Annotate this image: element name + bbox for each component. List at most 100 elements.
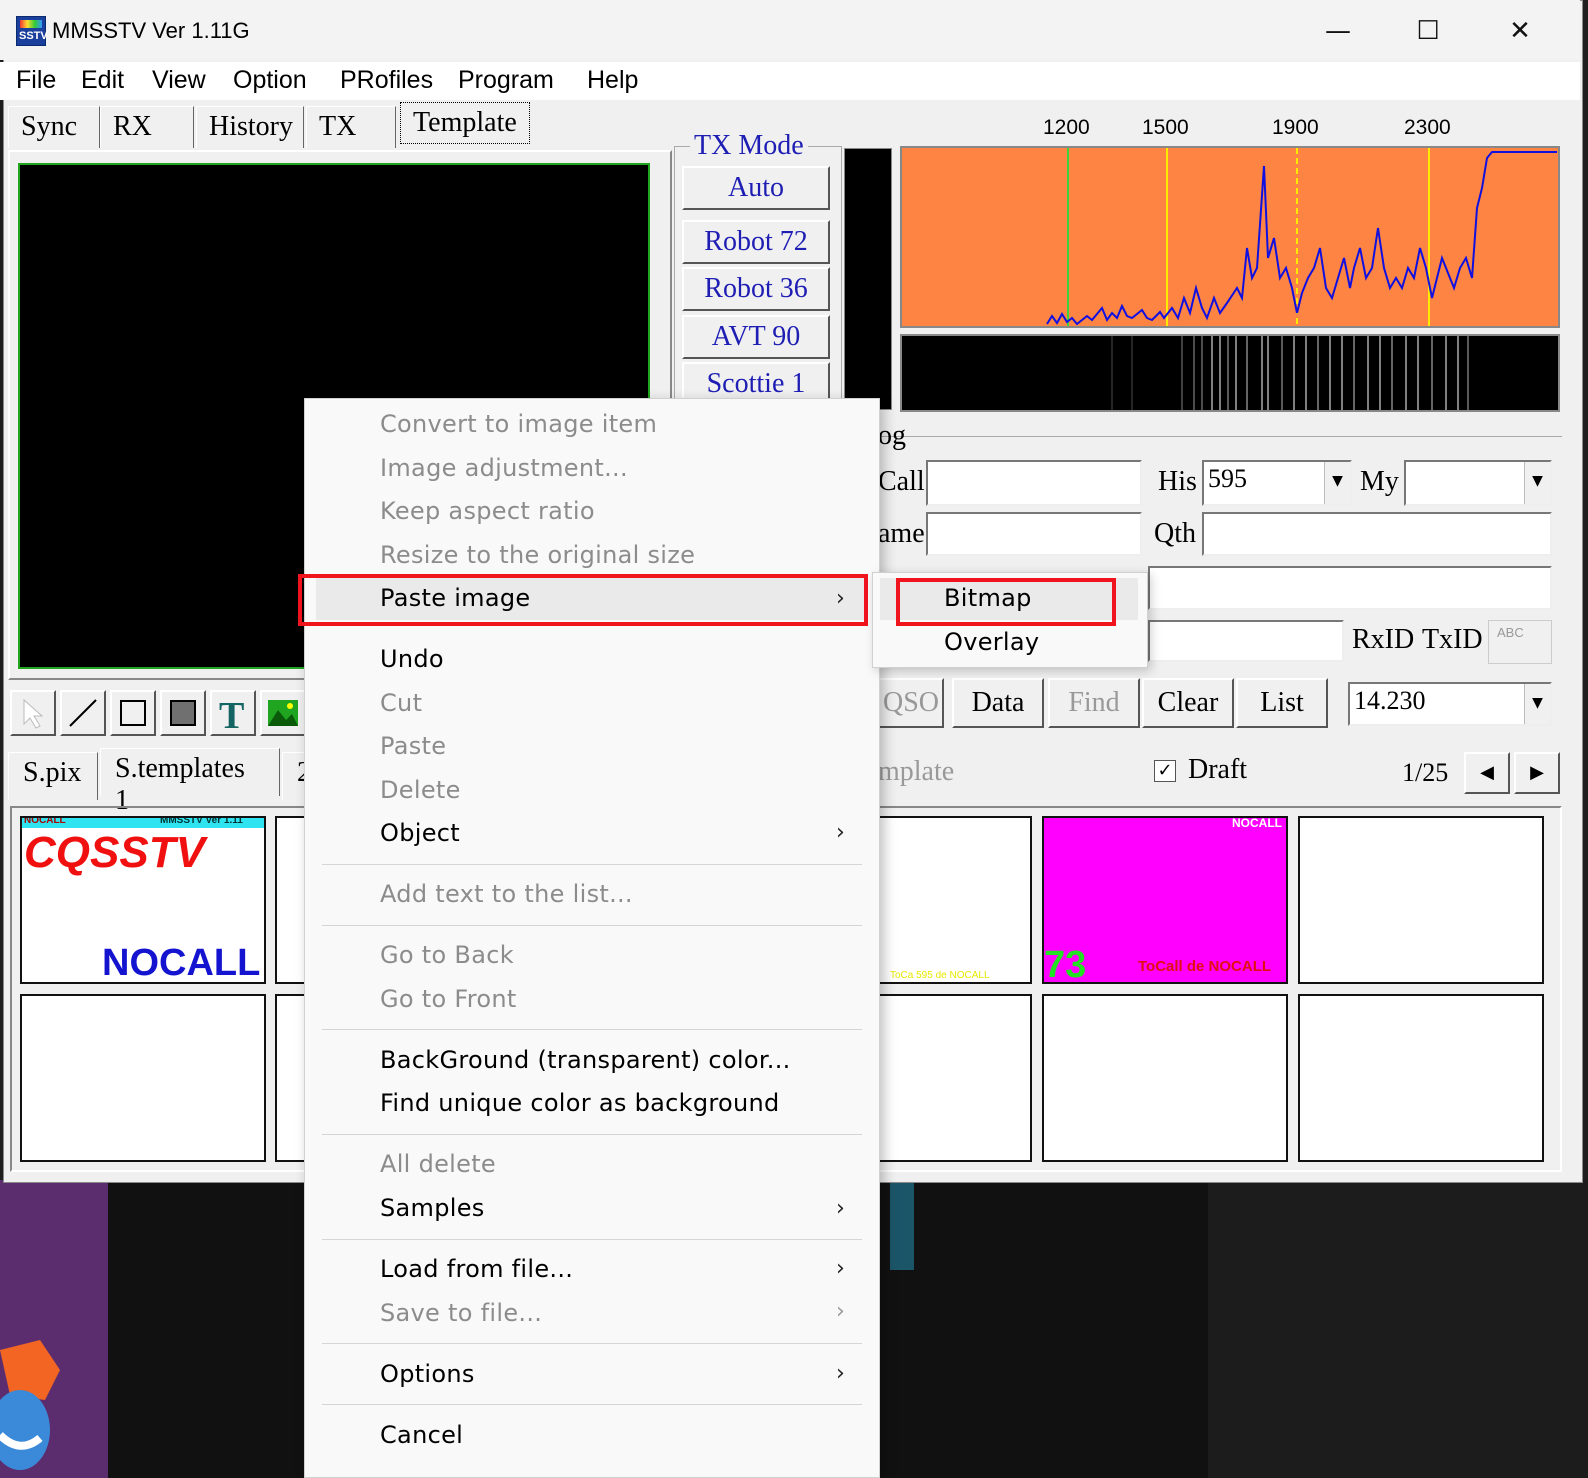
menu-item-add-text[interactable]: Add text to the list... (380, 880, 633, 908)
next-page-icon[interactable]: ▶ (1514, 752, 1560, 794)
template-thumb-9[interactable] (1042, 994, 1288, 1162)
tab-tx[interactable]: TX (306, 106, 396, 148)
spectrum-trace (1046, 148, 1557, 326)
chevron-down-icon[interactable]: ▼ (1324, 462, 1350, 504)
qth-field[interactable] (1202, 512, 1552, 556)
list-button[interactable]: List (1236, 678, 1328, 728)
frequency-select[interactable]: 14.230 ▼ (1348, 682, 1552, 726)
menu-item-keep-aspect-ratio[interactable]: Keep aspect ratio (380, 497, 595, 525)
call-field[interactable] (926, 460, 1142, 506)
window-title: MMSSTV Ver 1.11G (52, 18, 250, 43)
tx-mode-robot72-button[interactable]: Robot 72 (682, 220, 830, 264)
his-rst-field[interactable]: 595 ▼ (1202, 460, 1352, 506)
close-icon[interactable]: ✕ (1490, 10, 1550, 52)
prev-page-icon[interactable]: ◀ (1464, 752, 1510, 794)
my-rst-field[interactable]: ▼ (1404, 460, 1552, 506)
menu-item-cancel[interactable]: Cancel (380, 1421, 463, 1449)
chevron-right-icon: › (836, 1196, 845, 1221)
submenu-item-bitmap[interactable]: Bitmap (944, 584, 1032, 612)
tx-mode-robot36-button[interactable]: Robot 36 (682, 267, 830, 311)
spectrum-display[interactable] (900, 146, 1560, 328)
name-field[interactable] (926, 512, 1142, 556)
clear-button[interactable]: Clear (1142, 678, 1234, 728)
maximize-icon[interactable]: ☐ (1398, 10, 1458, 52)
menu-file[interactable]: File (16, 66, 56, 95)
abc-button[interactable]: ABC (1488, 620, 1552, 664)
menu-item-delete[interactable]: Delete (380, 776, 461, 804)
menu-item-go-to-back[interactable]: Go to Back (380, 941, 514, 969)
tab-rx[interactable]: RX (100, 106, 194, 148)
menu-item-save-to-file[interactable]: Save to file... (380, 1299, 542, 1327)
tx-mode-avt90-button[interactable]: AVT 90 (682, 315, 830, 359)
menu-program[interactable]: Program (458, 66, 554, 95)
menu-separator (322, 1404, 862, 1405)
menu-item-paste[interactable]: Paste (380, 732, 446, 760)
line-tool-icon[interactable] (60, 690, 106, 736)
thumb-text: NOCALL (102, 942, 261, 984)
rxid-button[interactable]: RxID (1352, 624, 1414, 656)
note-field[interactable] (1148, 566, 1552, 610)
menu-separator (322, 925, 862, 926)
minimize-icon[interactable]: — (1308, 10, 1368, 52)
menu-view[interactable]: View (152, 66, 206, 95)
desktop-thumbnail (890, 1180, 914, 1270)
menu-item-image-adjustment[interactable]: Image adjustment... (380, 454, 628, 482)
thumb-text: CQSSTV (24, 828, 205, 877)
menu-edit[interactable]: Edit (81, 66, 124, 95)
txid-button[interactable]: TxID (1422, 624, 1483, 656)
menu-item-object[interactable]: Object (380, 819, 460, 847)
menu-item-resize-original[interactable]: Resize to the original size (380, 541, 695, 569)
submenu-item-overlay[interactable]: Overlay (944, 628, 1039, 656)
select-tool-icon[interactable] (10, 690, 56, 736)
tab-sync[interactable]: Sync (8, 106, 100, 148)
name-label: ame (878, 518, 925, 549)
remarks-field[interactable] (1148, 620, 1344, 662)
draft-label: Draft (1188, 754, 1248, 785)
template-thumb-6[interactable] (20, 994, 266, 1162)
his-label: His (1158, 466, 1197, 497)
menu-item-convert-to-image-item[interactable]: Convert to image item (380, 410, 657, 438)
rectangle-tool-icon[interactable] (110, 690, 156, 736)
tab-history[interactable]: History (196, 106, 304, 148)
menu-item-all-delete[interactable]: All delete (380, 1150, 496, 1178)
menu-item-samples[interactable]: Samples (380, 1194, 485, 1222)
chevron-down-icon[interactable]: ▼ (1524, 462, 1550, 504)
find-button[interactable]: Find (1048, 678, 1140, 728)
template-thumb-1[interactable]: NOCALL MMSSTV Ver 1.11 CQSSTV NOCALL (20, 816, 266, 984)
waterfall-display[interactable] (900, 334, 1560, 412)
filled-rectangle-tool-icon[interactable] (160, 690, 206, 736)
menu-item-cut[interactable]: Cut (380, 689, 422, 717)
freq-label-1200: 1200 (1043, 116, 1090, 139)
menu-item-paste-image[interactable]: Paste image (380, 584, 530, 612)
tx-mode-auto-button[interactable]: Auto (682, 166, 830, 210)
template-thumb-5[interactable] (1298, 816, 1544, 984)
menu-item-find-unique-color[interactable]: Find unique color as background (380, 1089, 780, 1117)
thumb-text: ToCa 595 de NOCALL (890, 970, 990, 981)
log-section-label: og (878, 420, 906, 451)
tab-stemplates-1[interactable]: S.templates 1 (100, 748, 280, 816)
menu-help[interactable]: Help (587, 66, 638, 95)
draft-checkbox[interactable]: ✓ (1154, 760, 1176, 782)
chevron-right-icon: › (836, 1361, 845, 1386)
tab-template[interactable]: Template (398, 100, 532, 146)
menu-item-undo[interactable]: Undo (380, 645, 444, 673)
tab-spix[interactable]: S.pix (8, 752, 98, 800)
menu-profiles[interactable]: PRofiles (340, 66, 433, 95)
qso-button[interactable]: QSO (878, 678, 944, 728)
menu-item-load-from-file[interactable]: Load from file... (380, 1255, 573, 1283)
thumb-text: NOCALL (1232, 816, 1282, 830)
tx-mode-label: TX Mode (690, 130, 808, 162)
chevron-down-icon[interactable]: ▼ (1524, 684, 1550, 724)
menu-item-options[interactable]: Options (380, 1360, 475, 1388)
my-label: My (1360, 466, 1399, 497)
desktop-background (1208, 1180, 1588, 1478)
menu-option[interactable]: Option (233, 66, 307, 95)
template-thumb-10[interactable] (1298, 994, 1544, 1162)
menu-item-background-color[interactable]: BackGround (transparent) color... (380, 1046, 791, 1074)
text-tool-icon[interactable]: T (210, 690, 256, 737)
template-thumb-4[interactable]: NOCALL 73 ToCall de NOCALL (1042, 816, 1288, 984)
data-button[interactable]: Data (952, 678, 1044, 728)
mascot-image (0, 1340, 60, 1470)
image-tool-icon[interactable] (260, 690, 306, 736)
menu-item-go-to-front[interactable]: Go to Front (380, 985, 517, 1013)
